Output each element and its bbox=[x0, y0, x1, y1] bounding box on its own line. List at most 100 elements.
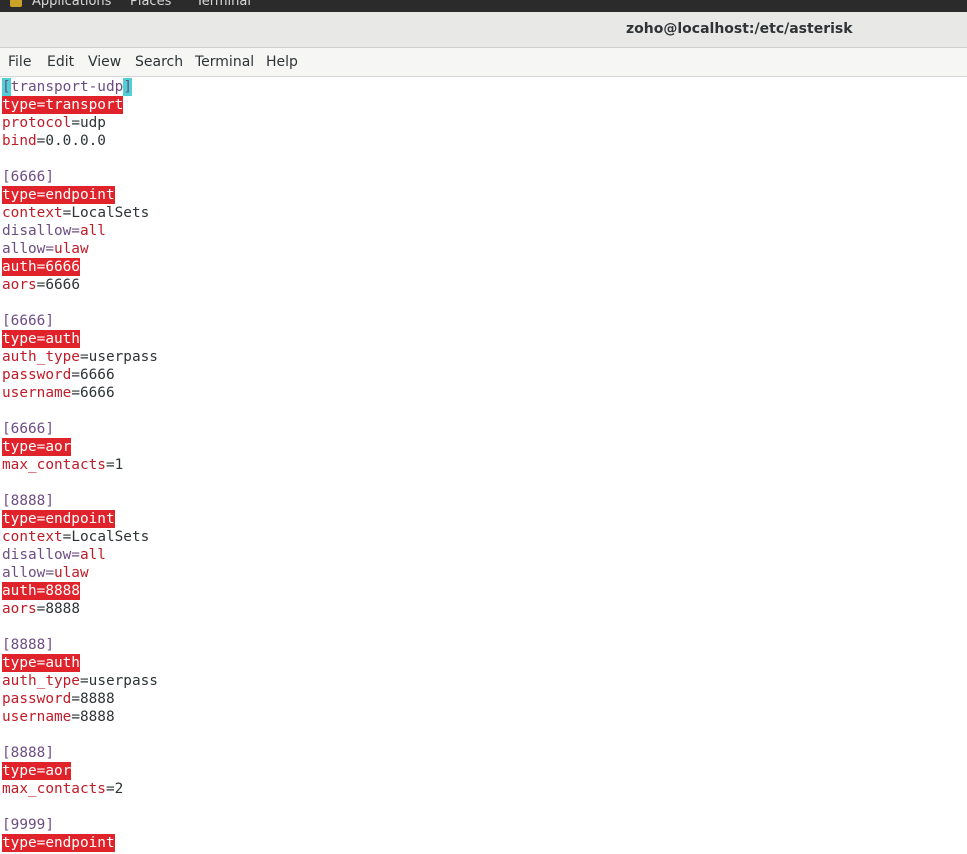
config-value: 0.0.0.0 bbox=[45, 133, 106, 149]
window-titlebar[interactable]: zoho@localhost:/etc/asterisk bbox=[0, 12, 967, 48]
config-value: LocalSets bbox=[71, 529, 150, 545]
config-value: 6666 bbox=[45, 277, 80, 293]
terminal-line: type=auth bbox=[2, 330, 80, 348]
menu-view[interactable]: View bbox=[88, 54, 121, 70]
config-value: all bbox=[79, 547, 106, 563]
equals-sign: = bbox=[71, 709, 80, 725]
terminal-line: type=endpoint bbox=[2, 510, 115, 528]
config-value: 2 bbox=[114, 781, 124, 797]
config-key: context bbox=[2, 205, 63, 221]
highlighted-directive: type=auth bbox=[2, 330, 80, 348]
config-key: protocol bbox=[2, 115, 72, 131]
terminal-line: bind=0.0.0.0 bbox=[2, 132, 106, 150]
config-key: password bbox=[2, 691, 72, 707]
menu-help[interactable]: Help bbox=[266, 54, 298, 70]
menu-bar: File Edit View Search Terminal Help bbox=[0, 48, 967, 77]
terminal-line: [6666] bbox=[2, 420, 54, 438]
terminal-line: disallow=all bbox=[2, 546, 106, 564]
highlighted-directive: type=transport bbox=[2, 96, 124, 114]
terminal-line: type=aor bbox=[2, 438, 72, 456]
applications-icon[interactable] bbox=[10, 0, 22, 7]
terminal-line: type=aor bbox=[2, 762, 72, 780]
equals-sign: = bbox=[79, 673, 89, 689]
terminal-line: aors=8888 bbox=[2, 600, 80, 618]
equals-sign: = bbox=[36, 601, 46, 617]
config-value: LocalSets bbox=[71, 205, 150, 221]
config-value: udp bbox=[79, 115, 106, 131]
terminal-line: context=LocalSets bbox=[2, 204, 149, 222]
section-name: transport-udp bbox=[10, 79, 124, 95]
places-menu[interactable]: Places bbox=[130, 0, 171, 9]
config-key: aors bbox=[2, 601, 37, 617]
config-key: max_contacts bbox=[2, 457, 106, 473]
equals-sign: = bbox=[71, 385, 80, 401]
highlighted-directive: type=endpoint bbox=[2, 834, 115, 852]
terminal-line: [6666] bbox=[2, 168, 54, 186]
terminal-line: auth=6666 bbox=[2, 258, 80, 276]
terminal-line: type=auth bbox=[2, 654, 80, 672]
terminal-line: allow=ulaw bbox=[2, 240, 89, 258]
config-key: context bbox=[2, 529, 63, 545]
terminal-line: [8888] bbox=[2, 492, 54, 510]
equals-sign: = bbox=[71, 691, 80, 707]
section-header: [6666] bbox=[2, 313, 54, 329]
config-key: allow= bbox=[2, 241, 54, 257]
config-value: 1 bbox=[114, 457, 124, 473]
terminal-line: [transport-udp] bbox=[2, 78, 132, 96]
config-key: disallow= bbox=[2, 547, 80, 563]
section-header: [8888] bbox=[2, 493, 54, 509]
config-value: userpass bbox=[88, 673, 158, 689]
config-key: auth_type bbox=[2, 673, 80, 689]
config-key: bind bbox=[2, 133, 37, 149]
equals-sign: = bbox=[62, 205, 72, 221]
equals-sign: = bbox=[105, 781, 115, 797]
config-key: username bbox=[2, 385, 72, 401]
config-key: disallow= bbox=[2, 223, 80, 239]
terminal-text-area[interactable]: [transport-udp] type=transport protocol=ud… bbox=[0, 78, 967, 854]
config-value: ulaw bbox=[53, 565, 89, 581]
terminal-line: [9999] bbox=[2, 816, 54, 834]
highlighted-directive: type=endpoint bbox=[2, 510, 115, 528]
terminal-line: password=8888 bbox=[2, 690, 115, 708]
terminal-line: password=6666 bbox=[2, 366, 115, 384]
menu-terminal[interactable]: Terminal bbox=[195, 54, 254, 70]
menu-edit[interactable]: Edit bbox=[47, 54, 74, 70]
terminal-line: max_contacts=2 bbox=[2, 780, 123, 798]
gnome-top-bar: Applications Places Terminal bbox=[0, 0, 967, 12]
terminal-line: aors=6666 bbox=[2, 276, 80, 294]
terminal-line: auth=8888 bbox=[2, 582, 80, 600]
terminal-line: type=transport bbox=[2, 96, 124, 114]
config-value: ulaw bbox=[53, 241, 89, 257]
highlighted-directive: auth=8888 bbox=[2, 582, 80, 600]
menu-search[interactable]: Search bbox=[135, 54, 183, 70]
terminal-app-menu[interactable]: Terminal bbox=[196, 0, 251, 9]
config-key: allow= bbox=[2, 565, 54, 581]
section-header: [8888] bbox=[2, 637, 54, 653]
equals-sign: = bbox=[79, 349, 89, 365]
terminal-line: auth_type=userpass bbox=[2, 348, 158, 366]
terminal-line: type=endpoint bbox=[2, 186, 115, 204]
terminal-line: [6666] bbox=[2, 312, 54, 330]
terminal-line: auth_type=userpass bbox=[2, 672, 158, 690]
cursor-bracket-open: [ bbox=[2, 78, 11, 96]
menu-file[interactable]: File bbox=[8, 54, 31, 70]
config-key: auth_type bbox=[2, 349, 80, 365]
terminal-line: protocol=udp bbox=[2, 114, 106, 132]
highlighted-directive: auth=6666 bbox=[2, 258, 80, 276]
equals-sign: = bbox=[105, 457, 115, 473]
config-value: 8888 bbox=[45, 601, 80, 617]
terminal-line: context=LocalSets bbox=[2, 528, 149, 546]
config-key: aors bbox=[2, 277, 37, 293]
highlighted-directive: type=aor bbox=[2, 438, 72, 456]
equals-sign: = bbox=[36, 277, 46, 293]
window-title: zoho@localhost:/etc/asterisk bbox=[626, 21, 853, 37]
terminal-line: max_contacts=1 bbox=[2, 456, 123, 474]
applications-menu[interactable]: Applications bbox=[32, 0, 111, 9]
section-header: [6666] bbox=[2, 169, 54, 185]
highlighted-directive: type=aor bbox=[2, 762, 72, 780]
equals-sign: = bbox=[71, 115, 80, 131]
terminal-line: allow=ulaw bbox=[2, 564, 89, 582]
config-value: 8888 bbox=[79, 709, 115, 725]
config-key: password bbox=[2, 367, 72, 383]
highlighted-directive: type=endpoint bbox=[2, 186, 115, 204]
